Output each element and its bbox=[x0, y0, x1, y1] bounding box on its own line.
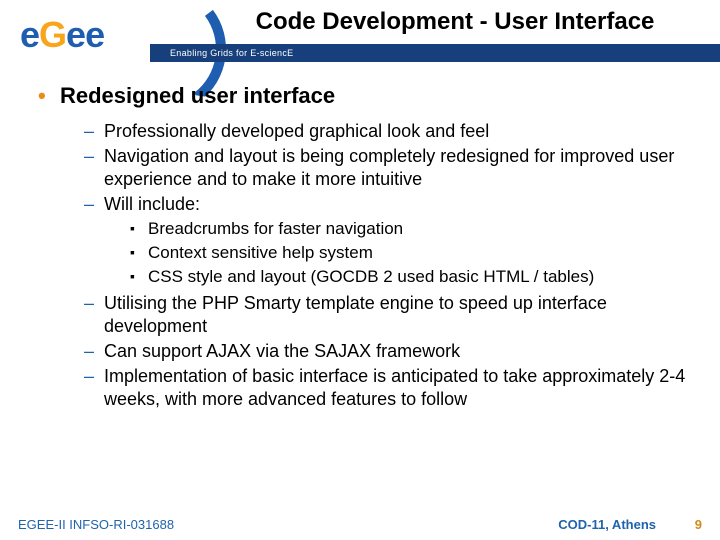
bullet-level2: Will include: Breadcrumbs for faster nav… bbox=[84, 193, 690, 288]
slide: eGee Code Development - User Interface E… bbox=[0, 0, 720, 540]
slide-footer: EGEE-II INFSO-RI-031688 COD-11, Athens 9 bbox=[0, 508, 720, 532]
bullet-text: Utilising the PHP Smarty template engine… bbox=[104, 293, 607, 336]
logo-letter-e2: e bbox=[66, 14, 85, 55]
bullet-text: Implementation of basic interface is ant… bbox=[104, 366, 685, 409]
bullet-text: Can support AJAX via the SAJAX framework bbox=[104, 341, 460, 361]
logo-letter-e: e bbox=[20, 14, 39, 55]
bullet-level2: Can support AJAX via the SAJAX framework bbox=[84, 340, 690, 363]
bullet-text: Context sensitive help system bbox=[148, 243, 373, 262]
bullet-level1: Redesigned user interface Professionally… bbox=[38, 82, 690, 411]
footer-page-number: 9 bbox=[695, 517, 702, 532]
bullet-level3: Breadcrumbs for faster navigation bbox=[130, 218, 690, 240]
slide-title: Code Development - User Interface bbox=[200, 8, 710, 36]
bullet-text: Navigation and layout is being completel… bbox=[104, 146, 674, 189]
logo-text: eGee bbox=[20, 14, 104, 56]
bullet-text: Professionally developed graphical look … bbox=[104, 121, 489, 141]
bullet-text: Will include: bbox=[104, 194, 200, 214]
bullet-level2: Utilising the PHP Smarty template engine… bbox=[84, 292, 690, 338]
bullet-text: CSS style and layout (GOCDB 2 used basic… bbox=[148, 267, 594, 286]
slide-subtitle-band: Enabling Grids for E-sciencE bbox=[150, 44, 720, 62]
bullet-level3: CSS style and layout (GOCDB 2 used basic… bbox=[130, 266, 690, 288]
bullet-level2: Navigation and layout is being completel… bbox=[84, 145, 690, 191]
bullet-level3: Context sensitive help system bbox=[130, 242, 690, 264]
logo-letter-e3: e bbox=[85, 14, 104, 55]
slide-content: Redesigned user interface Professionally… bbox=[0, 64, 720, 411]
footer-left: EGEE-II INFSO-RI-031688 bbox=[18, 517, 174, 532]
bullet-level2: Professionally developed graphical look … bbox=[84, 120, 690, 143]
slide-subtitle: Enabling Grids for E-sciencE bbox=[170, 48, 293, 58]
footer-right: COD-11, Athens bbox=[558, 517, 656, 532]
bullet-text: Breadcrumbs for faster navigation bbox=[148, 219, 403, 238]
egee-logo: eGee bbox=[8, 4, 168, 68]
logo-letter-g: G bbox=[39, 14, 66, 55]
slide-header: eGee Code Development - User Interface E… bbox=[0, 0, 720, 64]
bullet-level1-text: Redesigned user interface bbox=[60, 83, 335, 108]
bullet-level2: Implementation of basic interface is ant… bbox=[84, 365, 690, 411]
